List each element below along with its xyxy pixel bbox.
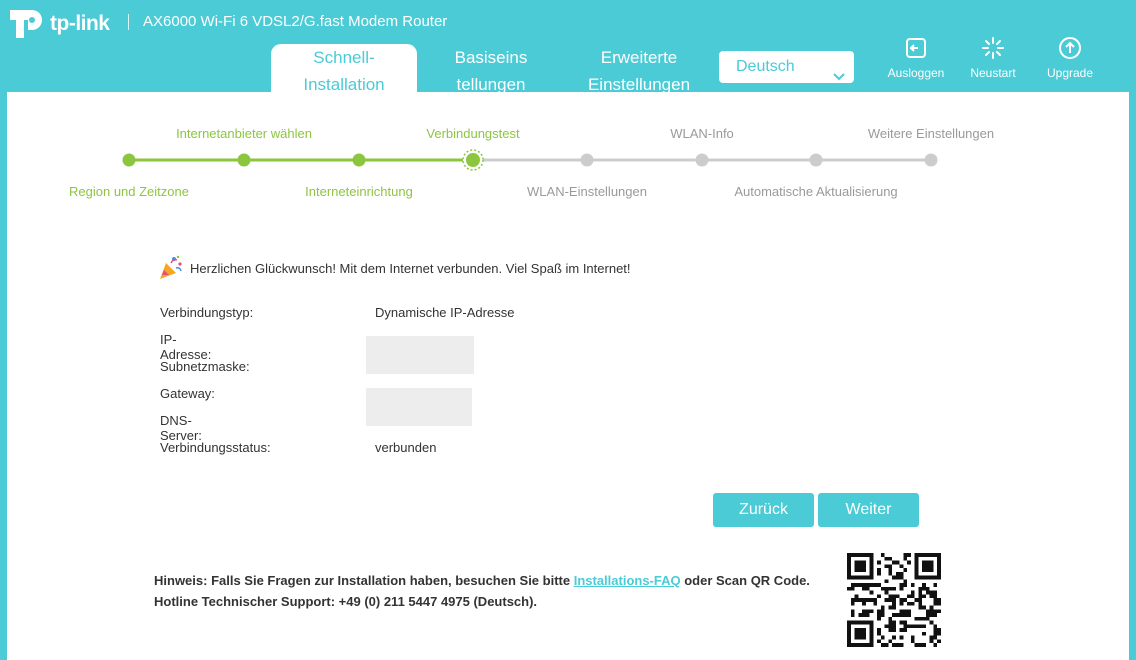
tab-quick-setup-line2: Installation <box>303 75 385 92</box>
info-row-label: DNS-Server: <box>160 413 202 443</box>
tab-basic-line1: Basiseins <box>454 48 528 67</box>
gateway-redacted <box>366 388 472 426</box>
step-label-8: Weitere Einstellungen <box>867 126 995 141</box>
upgrade-icon <box>1059 37 1081 59</box>
help-hint: Hinweis: Falls Sie Fragen zur Installati… <box>154 570 810 612</box>
step-label-6: WLAN-Info <box>670 126 734 141</box>
tab-basic[interactable]: Basiseins tellungen <box>418 44 564 92</box>
success-message: Herzlichen Glückwunsch! Mit dem Internet… <box>157 254 631 282</box>
tp-link-logo-icon <box>8 8 46 40</box>
upgrade-button[interactable]: Upgrade <box>1035 36 1105 80</box>
top-bar: tp-link AX6000 Wi-Fi 6 VDSL2/G.fast Mode… <box>0 0 1136 92</box>
help-hint-suffix: oder Scan QR Code. <box>680 573 810 588</box>
tab-quick-setup-line1: Schnell- <box>313 48 375 67</box>
info-row-label: Verbindungsstatus: <box>160 440 271 455</box>
ip-address-redacted <box>366 336 474 374</box>
step-label-2: Internetanbieter wählen <box>176 126 312 141</box>
step-label-4: Verbindungstest <box>426 126 520 141</box>
step-dot-3 <box>352 153 366 167</box>
step-label-5: WLAN-Einstellungen <box>527 184 647 199</box>
logout-label: Ausloggen <box>887 66 945 80</box>
reboot-icon <box>982 37 1004 59</box>
info-row-label: IP-Adresse: <box>160 332 212 362</box>
tab-basic-line2: tellungen <box>456 75 526 92</box>
step-label-1: Region und Zeitzone <box>69 184 189 199</box>
step-dot-1 <box>122 153 136 167</box>
success-message-text: Herzlichen Glückwunsch! Mit dem Internet… <box>190 260 631 276</box>
tab-advanced-line2: Einstellungen <box>587 75 691 92</box>
step-dot-6 <box>695 153 709 167</box>
model-name: AX6000 Wi-Fi 6 VDSL2/G.fast Modem Router <box>143 13 448 30</box>
chevron-down-icon <box>833 62 845 94</box>
tab-advanced[interactable]: Erweiterte Einstellungen <box>566 44 712 92</box>
info-row-value: Dynamische IP-Adresse <box>375 305 515 320</box>
help-hint-line1: Hinweis: Falls Sie Fragen zur Installati… <box>154 570 810 591</box>
tab-advanced-line1: Erweiterte <box>600 48 678 67</box>
step-dot-8 <box>924 153 938 167</box>
setup-stepper: Region und Zeitzone Internetanbieter wähl… <box>7 92 1129 222</box>
upgrade-label: Upgrade <box>1046 66 1094 80</box>
hotline-text: Hotline Technischer Support: +49 (0) 211… <box>154 594 538 609</box>
reboot-label: Neustart <box>970 66 1016 80</box>
info-row-value: verbunden <box>375 440 437 455</box>
step-dot-2 <box>237 153 251 167</box>
info-row-label: Subnetzmaske: <box>160 359 250 374</box>
step-label-7: Automatische Aktualisierung <box>734 184 898 199</box>
back-button[interactable]: Zurück <box>713 493 814 527</box>
language-select[interactable]: Deutsch <box>719 51 854 83</box>
info-row-label: Gateway: <box>160 386 215 401</box>
logout-button[interactable]: Ausloggen <box>881 36 951 80</box>
help-hint-prefix: Hinweis: Falls Sie Fragen zur Installati… <box>154 573 574 588</box>
installation-faq-link[interactable]: Installations-FAQ <box>574 573 681 588</box>
step-dot-7 <box>809 153 823 167</box>
party-popper-icon <box>160 255 182 279</box>
next-button[interactable]: Weiter <box>818 493 919 527</box>
stepper-track <box>122 149 938 171</box>
qr-code-icon <box>847 553 941 647</box>
step-dot-4 <box>462 149 484 171</box>
info-row-label: Verbindungstyp: <box>160 305 254 320</box>
tp-link-logo: tp-link <box>8 8 110 40</box>
header-separator <box>128 14 129 30</box>
main-panel: Region und Zeitzone Internetanbieter wähl… <box>7 92 1129 660</box>
step-label-3: Interneteinrichtung <box>305 184 413 199</box>
tab-quick-setup[interactable]: Schnell- Installation <box>271 44 417 92</box>
language-selected-value: Deutsch <box>736 58 795 75</box>
logout-icon <box>906 38 926 58</box>
brand-name: tp-link <box>50 12 110 35</box>
step-dot-5 <box>580 153 594 167</box>
reboot-button[interactable]: Neustart <box>958 36 1028 80</box>
